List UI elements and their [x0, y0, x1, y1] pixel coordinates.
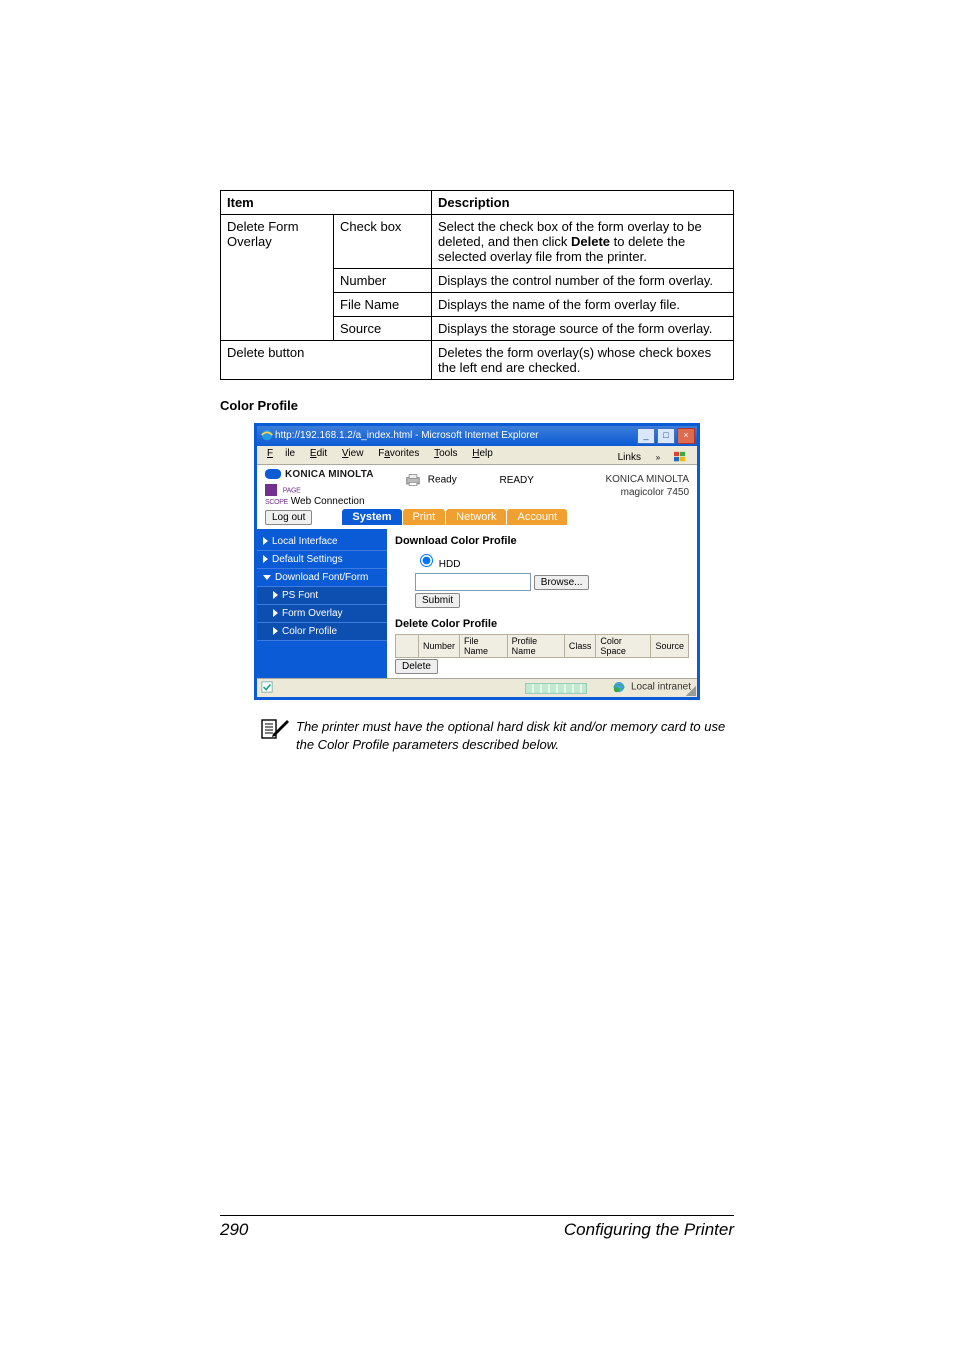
footer-title: Configuring the Printer	[564, 1220, 734, 1240]
menu-favorites[interactable]: Favorites	[372, 446, 425, 461]
note-block: The printer must have the optional hard …	[260, 716, 734, 753]
menu-tools[interactable]: Tools	[428, 446, 463, 461]
cell-desc-filename: Displays the name of the form overlay fi…	[432, 293, 734, 317]
menu-edit[interactable]: Edit	[304, 446, 333, 461]
page-footer: 290 Configuring the Printer	[220, 1215, 734, 1240]
col-class: Class	[564, 635, 596, 658]
window-titlebar[interactable]: http://192.168.1.2/a_index.html - Micros…	[257, 426, 697, 446]
nav-color-profile[interactable]: Color Profile	[257, 623, 387, 641]
done-icon	[261, 681, 273, 693]
status-ready-label: Ready	[428, 475, 457, 486]
col-profile-name: Profile Name	[507, 635, 564, 658]
pagescope-icon	[265, 484, 277, 496]
tab-account[interactable]: Account	[507, 509, 567, 525]
cell-sub-source: Source	[334, 317, 432, 341]
col-number: Number	[419, 635, 460, 658]
logout-button[interactable]: Log out	[265, 510, 312, 525]
hdd-radio[interactable]	[420, 554, 433, 567]
brand-logo: KONICA MINOLTA	[265, 469, 405, 480]
printer-icon	[405, 473, 421, 487]
minimize-button[interactable]: _	[637, 428, 655, 444]
windows-flag-icon	[673, 451, 687, 463]
cell-delete-button: Delete button	[221, 341, 432, 380]
heading-download-color-profile: Download Color Profile	[395, 535, 689, 547]
device-brand: KONICA MINOLTA	[605, 473, 689, 486]
cell-desc-source: Displays the storage source of the form …	[432, 317, 734, 341]
status-ready-text: READY	[499, 475, 533, 486]
note-text: The printer must have the optional hard …	[296, 716, 734, 753]
main-content: Download Color Profile HDD Browse... Sub…	[387, 529, 697, 678]
resize-grip-icon[interactable]	[686, 686, 696, 696]
maximize-button[interactable]: □	[657, 428, 675, 444]
page-number: 290	[220, 1220, 248, 1240]
tab-system[interactable]: System	[342, 509, 401, 525]
zone-label: Local intranet	[631, 682, 691, 693]
status-bar: Local intranet	[257, 678, 697, 697]
cell-delete-form-overlay: Delete Form Overlay	[221, 215, 334, 341]
nav-form-overlay[interactable]: Form Overlay	[257, 605, 387, 623]
submit-button[interactable]: Submit	[415, 593, 460, 608]
tab-network[interactable]: Network	[446, 509, 506, 525]
hdd-label: HDD	[439, 559, 461, 570]
cell-desc-delete-button: Deletes the form overlay(s) whose check …	[432, 341, 734, 380]
nav-local-interface[interactable]: Local Interface	[257, 533, 387, 551]
close-button[interactable]: ×	[677, 428, 695, 444]
nav-ps-font[interactable]: PS Font	[257, 587, 387, 605]
delete-button[interactable]: Delete	[395, 659, 438, 674]
menu-bar: File Edit View Favorites Tools Help Link…	[257, 446, 697, 465]
cell-desc-checkbox: Select the check box of the form overlay…	[432, 215, 734, 269]
progress-indicator	[525, 683, 587, 694]
heading-delete-color-profile: Delete Color Profile	[395, 618, 689, 630]
menu-file[interactable]: File	[261, 446, 301, 461]
menu-view[interactable]: View	[336, 446, 370, 461]
pagescope-label: PAGESCOPE Web Connection	[265, 484, 405, 507]
col-description: Description	[432, 191, 734, 215]
menu-help[interactable]: Help	[466, 446, 499, 461]
delete-color-profile-table: Number File Name Profile Name Class Colo…	[395, 634, 689, 658]
section-title-color-profile: Color Profile	[220, 398, 734, 413]
intranet-icon	[613, 681, 625, 693]
tab-print[interactable]: Print	[403, 509, 446, 525]
cell-sub-number: Number	[334, 269, 432, 293]
col-source: Source	[651, 635, 689, 658]
col-checkbox	[396, 635, 419, 658]
window-title: http://192.168.1.2/a_index.html - Micros…	[275, 430, 538, 441]
browse-button[interactable]: Browse...	[534, 575, 590, 590]
note-icon	[260, 716, 290, 740]
nav-default-settings[interactable]: Default Settings	[257, 551, 387, 569]
cell-desc-number: Displays the control number of the form …	[432, 269, 734, 293]
cell-sub-filename: File Name	[334, 293, 432, 317]
nav-download-font-form[interactable]: Download Font/Form	[257, 569, 387, 587]
browser-window: http://192.168.1.2/a_index.html - Micros…	[254, 423, 700, 700]
file-path-input[interactable]	[415, 573, 531, 591]
cell-sub-checkbox: Check box	[334, 215, 432, 269]
device-model: magicolor 7450	[605, 486, 689, 499]
ie-icon	[260, 428, 274, 442]
col-color-space: Color Space	[596, 635, 651, 658]
links-label[interactable]: Links	[612, 450, 647, 465]
col-file-name: File Name	[460, 635, 508, 658]
text-bold: Delete	[571, 234, 610, 249]
description-table: Item Description Delete Form Overlay Che…	[220, 190, 734, 380]
left-nav: Local Interface Default Settings Downloa…	[257, 529, 387, 678]
col-item: Item	[221, 191, 432, 215]
